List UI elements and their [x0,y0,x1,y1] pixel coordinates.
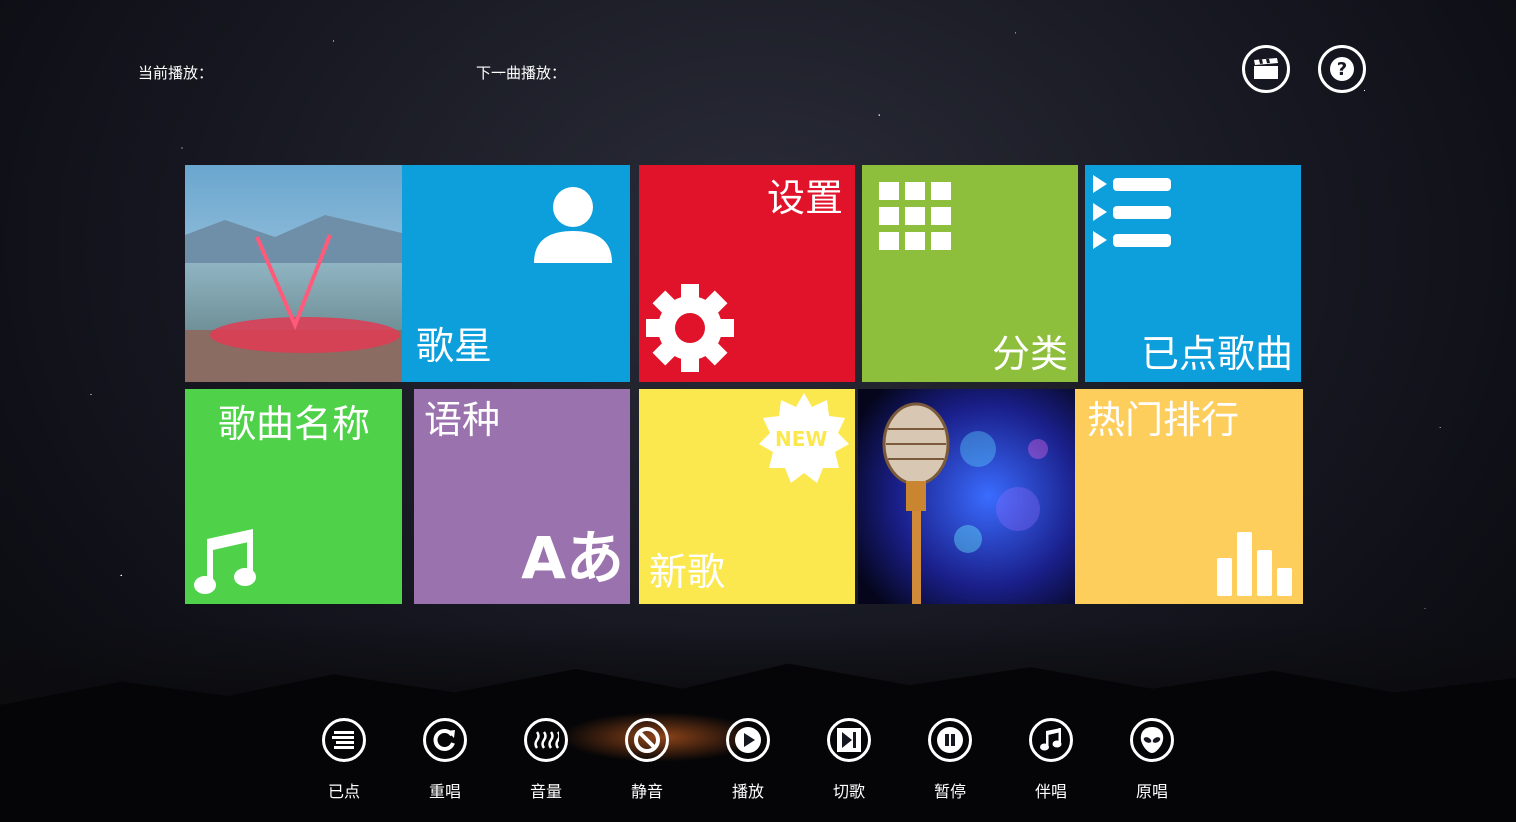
help-button[interactable]: ? [1318,45,1366,93]
language-tile[interactable]: 语种 Aあ [414,389,630,604]
question-icon: ? [1330,57,1354,81]
svg-text:?: ? [1337,59,1347,80]
control-label: 伴唱 [1034,782,1067,801]
album-art-image [185,165,402,382]
ring [625,718,669,762]
volume-icon [534,731,559,749]
control-label: 静音 [630,782,663,801]
new-songs-tile[interactable]: NEW 新歌 [639,389,855,604]
hot-rank-label: 热门排行 [1087,398,1240,442]
control-label: 已点 [327,782,360,801]
volume-button[interactable]: 音量 [511,718,581,802]
song-name-tile[interactable]: 歌曲名称 [185,389,402,604]
hot-rank-tile[interactable]: 热门排行 [1075,389,1303,604]
control-label: 暂停 [933,782,966,801]
music-note-icon [1040,728,1062,751]
control-label: 原唱 [1135,782,1168,801]
grid-icon [879,182,951,250]
microphone-tile[interactable] [858,389,1075,604]
requested-songs-tile[interactable]: 已点歌曲 [1085,165,1301,382]
ring [928,718,972,762]
singer-label: 歌星 [416,324,493,368]
clapperboard-icon [1254,58,1278,79]
list-icon [332,731,354,749]
accompaniment-button[interactable]: 伴唱 [1016,718,1086,802]
person-icon [534,187,612,263]
play-icon [735,727,761,753]
requested-songs-label: 已点歌曲 [1140,332,1293,376]
ring [1029,718,1073,762]
mute-button[interactable]: 静音 [612,718,682,802]
original-vocal-button[interactable]: 原唱 [1117,718,1187,802]
requested-button[interactable]: 已点 [309,718,379,802]
skip-icon [837,728,861,752]
pause-icon [937,727,963,753]
replay-icon [433,729,455,751]
ring [726,718,770,762]
new-badge-text: NEW [775,427,828,451]
next-song-label: 下一曲播放： [476,64,567,82]
settings-label: 设置 [766,176,843,220]
song-name-label: 歌曲名称 [218,402,371,446]
album-cover-tile[interactable] [185,165,402,382]
ring [423,718,467,762]
mute-icon [634,727,660,753]
skip-button[interactable]: 切歌 [814,718,884,802]
video-button[interactable] [1242,45,1290,93]
control-label: 音量 [529,782,562,801]
singer-tile[interactable]: 歌星 [402,165,630,382]
playlist-icon [1093,175,1171,249]
alien-icon [1140,727,1164,753]
category-label: 分类 [991,332,1068,376]
gear-icon [646,284,734,372]
now-playing-label: 当前播放： [138,64,214,82]
ring [827,718,871,762]
ring [524,718,568,762]
control-label: 重唱 [428,782,461,801]
language-glyph-icon: Aあ [521,524,624,592]
ring [322,718,366,762]
replay-button[interactable]: 重唱 [410,718,480,802]
language-label: 语种 [424,398,501,442]
control-label: 切歌 [832,782,865,801]
microphone-image [858,389,1075,604]
pause-button[interactable]: 暂停 [915,718,985,802]
play-button[interactable]: 播放 [713,718,783,802]
new-songs-label: 新歌 [649,550,726,594]
music-note-icon [194,529,256,594]
settings-tile[interactable]: 设置 [639,165,855,382]
ring [1130,718,1174,762]
control-label: 播放 [731,782,764,801]
bar-chart-icon [1217,532,1292,596]
category-tile[interactable]: 分类 [862,165,1078,382]
